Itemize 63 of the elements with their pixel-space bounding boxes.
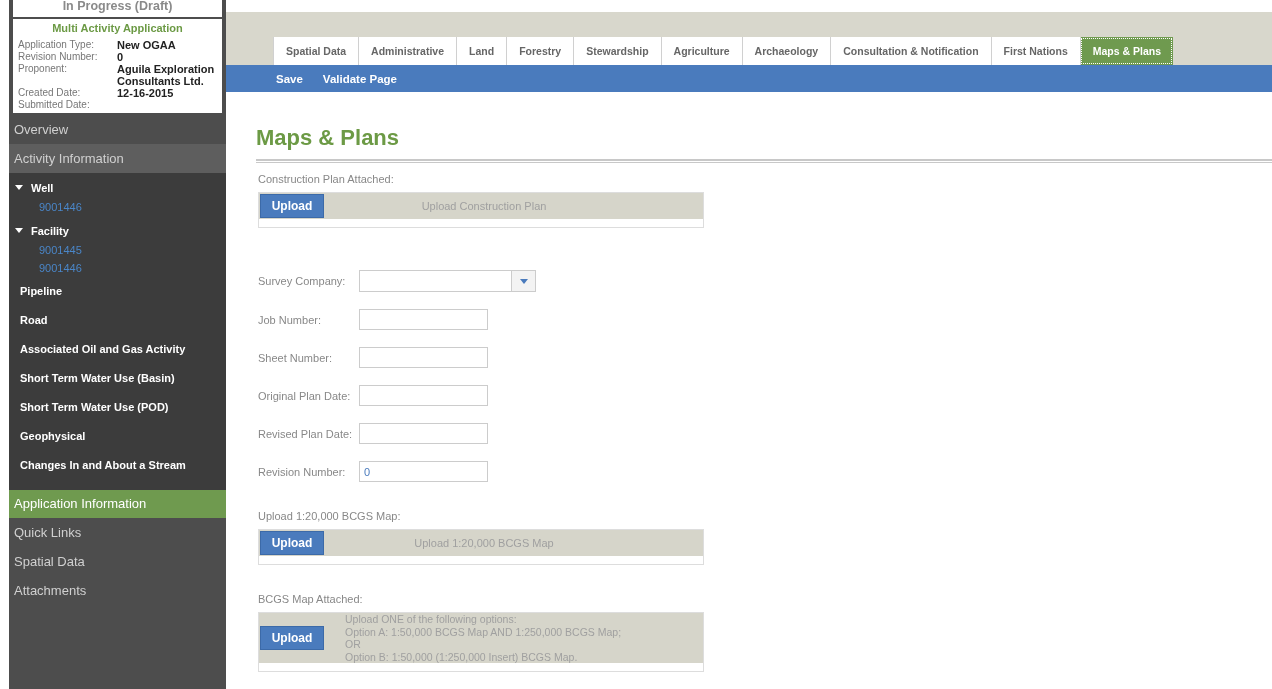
activity-item[interactable]: Pipeline: [20, 281, 63, 302]
upload-label: BCGS Map Attached:: [258, 593, 364, 605]
upload-button[interactable]: Upload: [260, 626, 324, 650]
detail-value: Aguila Exploration Consultants Ltd.: [117, 63, 216, 87]
tab[interactable]: Agriculture: [660, 37, 742, 65]
detail-label: Application Type:: [18, 39, 95, 51]
dropdown-field[interactable]: [359, 270, 536, 292]
nav-item[interactable]: Application Information: [9, 490, 226, 518]
upload-label: Upload 1:20,000 BCGS Map:: [258, 510, 402, 522]
tab[interactable]: Stewardship: [573, 37, 661, 65]
status-label: In Progress (Draft): [13, 0, 222, 19]
application-title: Multi Activity Application: [51, 21, 184, 36]
input-field[interactable]: [359, 423, 488, 444]
input-field[interactable]: [359, 309, 488, 330]
detail-value: 12-16-2015: [117, 87, 175, 99]
nav-item[interactable]: Activity Information: [9, 144, 226, 173]
upload-button[interactable]: Upload: [260, 194, 324, 218]
detail-label: Proponent:: [18, 63, 68, 76]
activity-item[interactable]: Road: [20, 310, 48, 331]
toolbar-button[interactable]: Validate Page: [322, 72, 397, 85]
page-title: Maps & Plans: [256, 125, 401, 151]
toolbar-button[interactable]: Save: [276, 72, 303, 85]
input-field[interactable]: 0: [359, 461, 488, 482]
input-field[interactable]: [359, 347, 488, 368]
activity-item[interactable]: Well: [31, 181, 54, 194]
nav-item[interactable]: Overview: [9, 115, 226, 144]
activity-item[interactable]: Geophysical: [20, 426, 86, 447]
activity-item[interactable]: Associated Oil and Gas Activity: [20, 339, 186, 360]
field-label: Sheet Number:: [258, 351, 333, 364]
input-field[interactable]: [359, 385, 488, 406]
nav-item[interactable]: Spatial Data: [9, 547, 226, 576]
tab[interactable]: Archaeology: [741, 37, 831, 65]
caret-icon[interactable]: [15, 228, 23, 233]
caret-icon[interactable]: [15, 185, 23, 190]
caret-icon: [519, 278, 528, 284]
activity-link[interactable]: 9001445: [9, 241, 226, 259]
detail-value: New OGAA: [117, 39, 177, 51]
field-label: Survey Company:: [258, 275, 347, 287]
detail-label: Revision Number:: [18, 51, 99, 63]
activity-item[interactable]: Short Term Water Use (Basin): [20, 368, 175, 389]
field-label: Original Plan Date:: [258, 389, 352, 402]
detail-label: Submitted Date:: [18, 99, 91, 111]
activity-item[interactable]: Changes In and About a Stream: [20, 455, 186, 476]
tab[interactable]: Spatial Data: [273, 37, 359, 65]
field-label: Job Number:: [258, 313, 322, 326]
field-label: Revision Number:: [258, 465, 347, 478]
upload-label: Construction Plan Attached:: [258, 173, 395, 185]
field-label: Revised Plan Date:: [258, 427, 354, 440]
tab[interactable]: Forestry: [506, 37, 574, 65]
nav-item[interactable]: Attachments: [9, 576, 226, 605]
activity-link[interactable]: 9001446: [9, 198, 226, 216]
nav-item[interactable]: Quick Links: [9, 518, 226, 547]
tab[interactable]: Consultation & Notification: [830, 37, 991, 65]
activity-item[interactable]: Short Term Water Use (POD): [20, 397, 169, 418]
upload-button[interactable]: Upload: [260, 531, 324, 555]
detail-label: Created Date:: [18, 87, 82, 99]
tab[interactable]: Land: [456, 37, 507, 65]
tab[interactable]: Administrative: [358, 37, 457, 65]
activity-link[interactable]: 9001446: [9, 259, 226, 277]
activity-item[interactable]: Facility: [31, 224, 69, 237]
detail-value: 0: [117, 51, 125, 63]
tab[interactable]: Maps & Plans: [1079, 37, 1173, 65]
tab[interactable]: First Nations: [990, 37, 1080, 65]
